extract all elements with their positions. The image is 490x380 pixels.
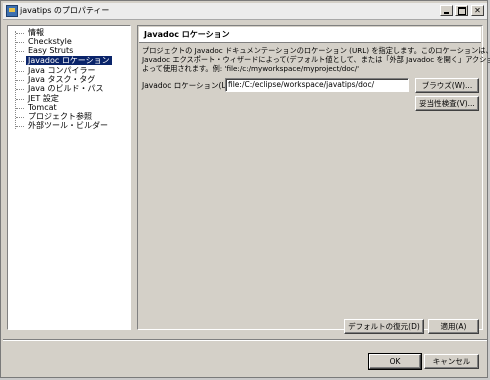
ok-button[interactable]: OK — [368, 353, 422, 370]
browse-button[interactable]: ブラウズ(W)... — [415, 78, 479, 93]
cancel-button[interactable]: キャンセル — [424, 354, 479, 369]
eclipse-project-icon — [6, 5, 18, 17]
tree-item-label: Tomcat — [28, 103, 57, 112]
restore-defaults-button[interactable]: デフォルトの復元(D) — [344, 319, 424, 334]
maximize-icon — [458, 7, 466, 15]
title-bar[interactable]: javatips のプロパティー ✕ — [3, 3, 487, 20]
close-button[interactable]: ✕ — [471, 5, 484, 16]
description-line: よって使用されます。例: 'file:/c:/myworkspace/mypro… — [142, 64, 360, 73]
tree-item-javadoc-location[interactable]: Javadoc ロケーション — [14, 56, 112, 66]
tree-item-easy-struts[interactable]: Easy Struts — [14, 46, 75, 56]
dialog-separator — [3, 339, 487, 341]
tree-item-label: Easy Struts — [28, 46, 74, 55]
tree-item-label: Java タスク・タグ — [28, 75, 96, 84]
tree-item-label: 情報 — [28, 28, 44, 37]
tree-item-label: Java コンパイラー — [28, 66, 96, 75]
page-title: Javadoc ロケーション — [139, 27, 481, 43]
apply-button[interactable]: 適用(A) — [428, 319, 479, 334]
page-description: プロジェクトの Javadoc ドキュメンテーションのロケーション (URL) … — [142, 46, 490, 73]
window-title: javatips のプロパティー — [20, 6, 110, 15]
validate-button[interactable]: 妥当性検査(V)... — [415, 96, 479, 111]
tree-item-label: Checkstyle — [28, 37, 72, 46]
property-page: Javadoc ロケーション プロジェクトの Javadoc ドキュメンテーショ… — [137, 25, 490, 334]
property-tree: 情報 Checkstyle Easy Struts Javadoc ロケーション… — [7, 25, 131, 330]
description-line: プロジェクトの Javadoc ドキュメンテーションのロケーション (URL) … — [142, 46, 490, 55]
tree-item-label: JET 設定 — [28, 94, 59, 103]
properties-dialog: javatips のプロパティー ✕ 情報 Checkstyle Easy St… — [0, 0, 490, 378]
javadoc-location-input[interactable]: file:/C:/eclipse/workspace/javatips/doc/ — [225, 78, 409, 92]
tree-item-java-build-path[interactable]: Java のビルド・パス — [14, 84, 105, 94]
tree-item-label: Javadoc ロケーション — [26, 56, 112, 65]
close-icon: ✕ — [474, 6, 481, 15]
tree-item-external-tool-builders[interactable]: 外部ツール・ビルダー — [14, 121, 110, 131]
description-line: Javadoc エクスポート・ウィザードによって(デフォルト値として、または「外… — [142, 55, 490, 64]
javadoc-location-label: Javadoc ロケーション(L): — [142, 81, 232, 90]
minimize-button[interactable] — [440, 5, 453, 16]
tree-item-label: 外部ツール・ビルダー — [28, 121, 108, 130]
maximize-button[interactable] — [455, 5, 468, 16]
minimize-icon — [444, 12, 449, 14]
tree-item-label: プロジェクト参照 — [28, 112, 92, 121]
tree-item-label: Java のビルド・パス — [28, 84, 104, 93]
